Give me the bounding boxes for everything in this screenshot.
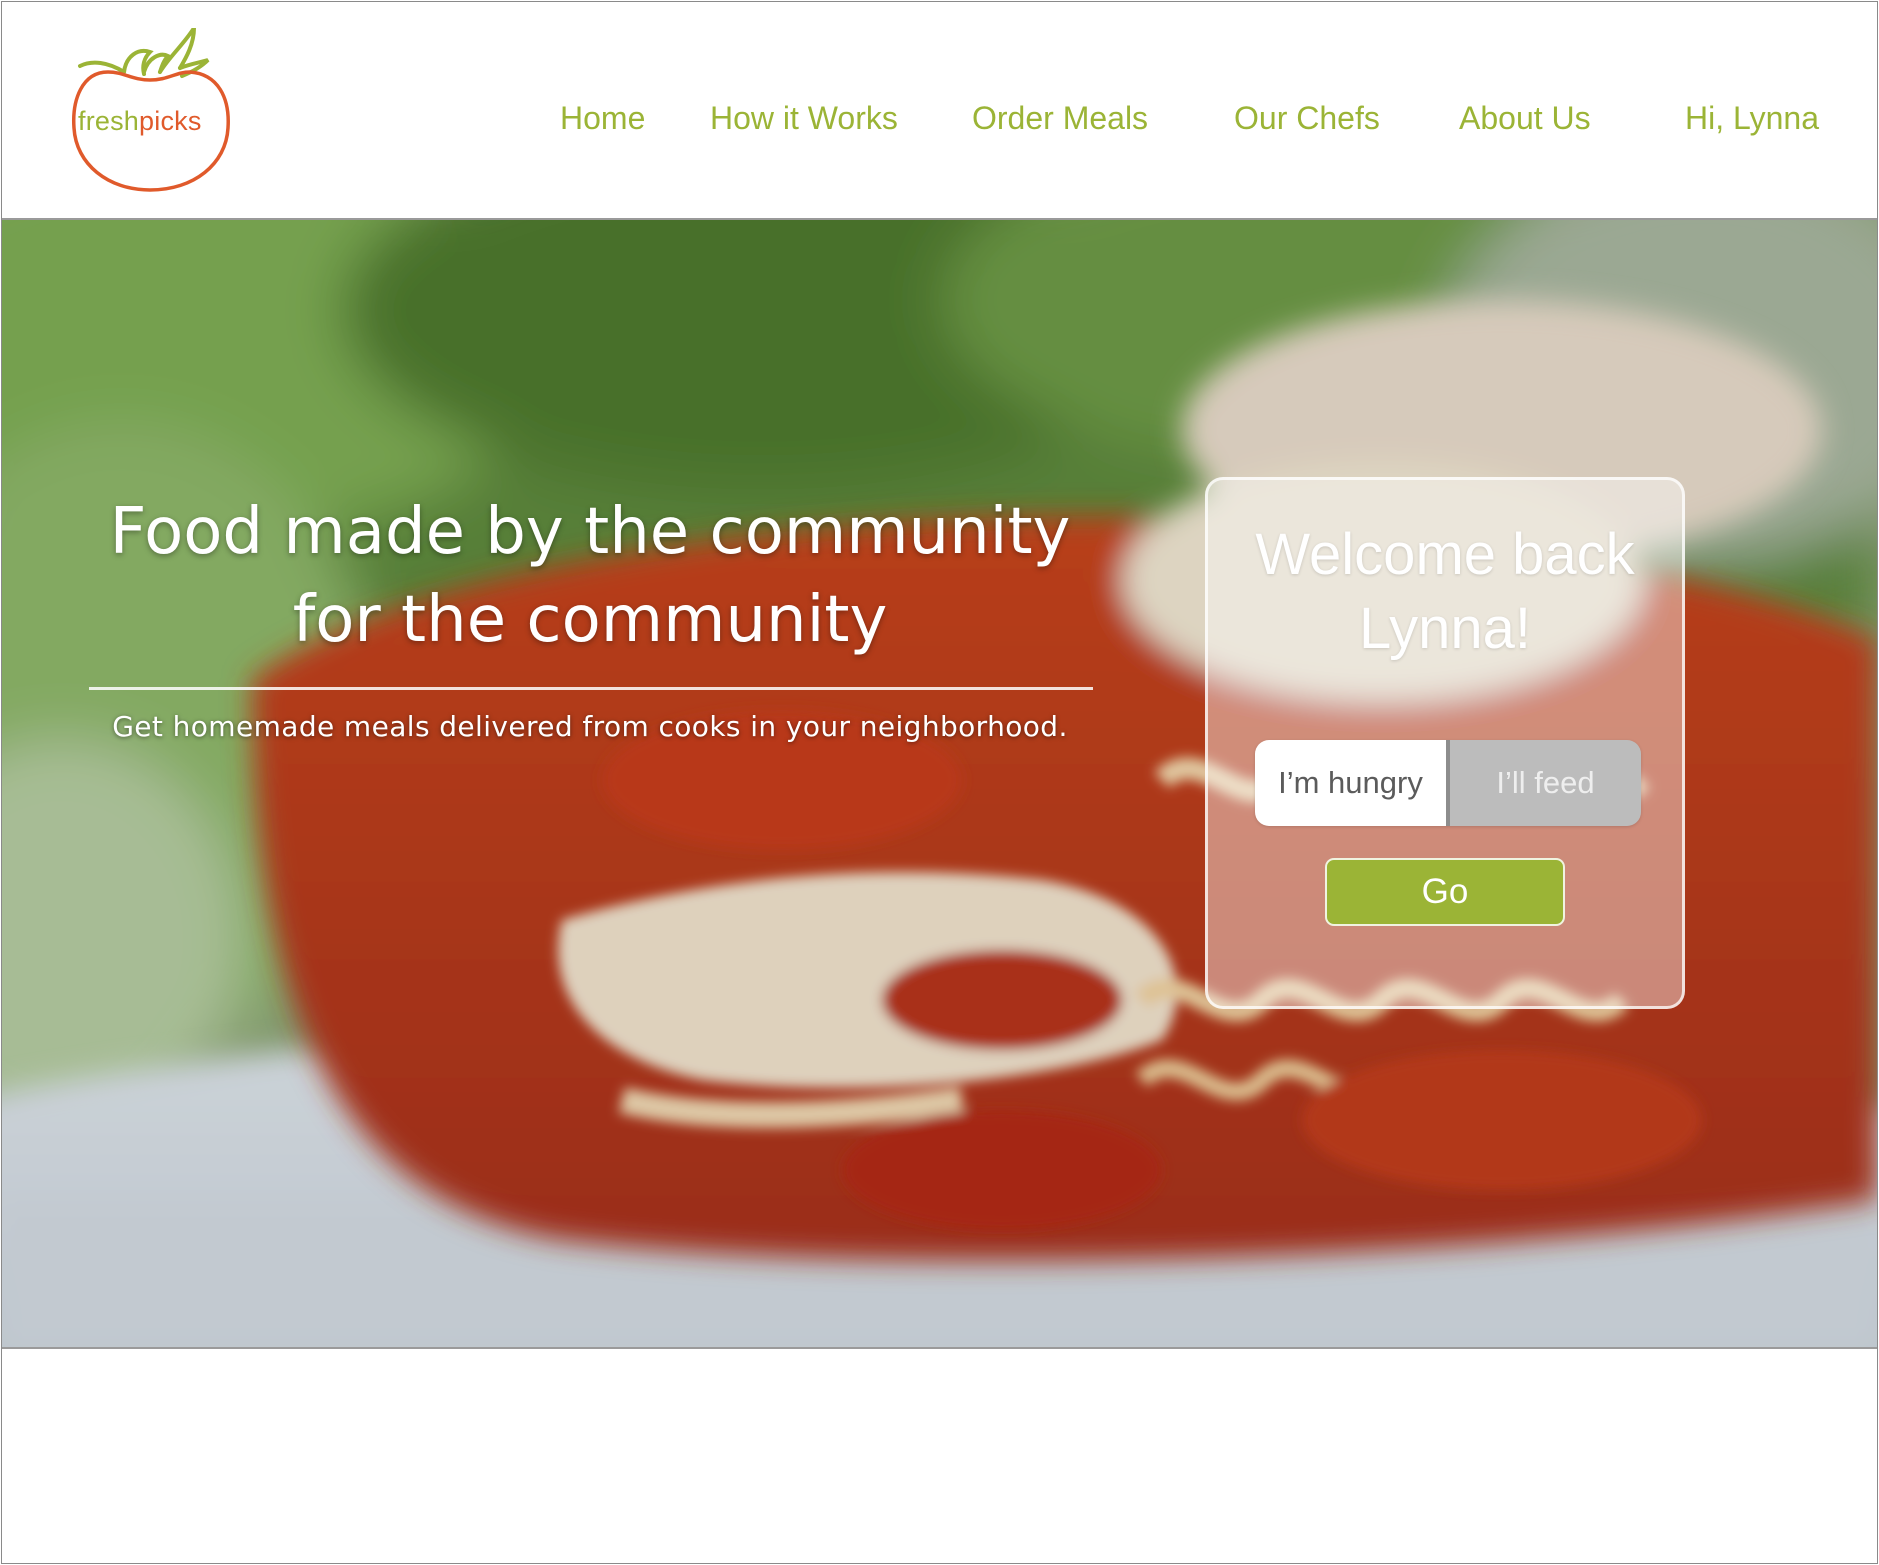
toggle-ill-feed[interactable]: I’ll feed <box>1450 740 1641 826</box>
logo-text: freshpicks <box>78 106 202 137</box>
hero-headline-line-1: Food made by the community <box>109 495 1071 569</box>
welcome-title-line-1: Welcome back <box>1255 522 1635 587</box>
page-footer-blank <box>2 1349 1877 1563</box>
toggle-im-hungry[interactable]: I’m hungry <box>1255 740 1446 826</box>
nav-about-us[interactable]: About Us <box>1459 100 1591 137</box>
logo-text-picks: picks <box>139 106 202 136</box>
role-toggle: I’m hungry I’ll feed <box>1255 740 1641 826</box>
hero-headline-line-2: for the community <box>292 583 888 657</box>
page: freshpicks Home How it Works Order Meals… <box>1 1 1878 1564</box>
hero-section: Food made by the community for the commu… <box>2 220 1877 1349</box>
freshpicks-logo[interactable]: freshpicks <box>68 28 232 194</box>
go-button[interactable]: Go <box>1325 858 1565 926</box>
welcome-title: Welcome back Lynna! <box>1208 518 1682 666</box>
nav-home[interactable]: Home <box>560 100 645 137</box>
welcome-title-line-2: Lynna! <box>1359 596 1531 661</box>
nav-how-it-works[interactable]: How it Works <box>710 100 898 137</box>
logo-text-fresh: fresh <box>78 106 140 136</box>
hero-headline: Food made by the community for the commu… <box>82 488 1098 664</box>
nav-our-chefs[interactable]: Our Chefs <box>1234 100 1380 137</box>
hero-subtitle: Get homemade meals delivered from cooks … <box>112 710 1068 743</box>
welcome-card: Welcome back Lynna! I’m hungry I’ll feed… <box>1205 477 1685 1009</box>
site-header: freshpicks Home How it Works Order Meals… <box>2 2 1877 220</box>
nav-user-greeting[interactable]: Hi, Lynna <box>1685 100 1819 137</box>
nav-order-meals[interactable]: Order Meals <box>972 100 1148 137</box>
hero-divider <box>89 687 1093 690</box>
